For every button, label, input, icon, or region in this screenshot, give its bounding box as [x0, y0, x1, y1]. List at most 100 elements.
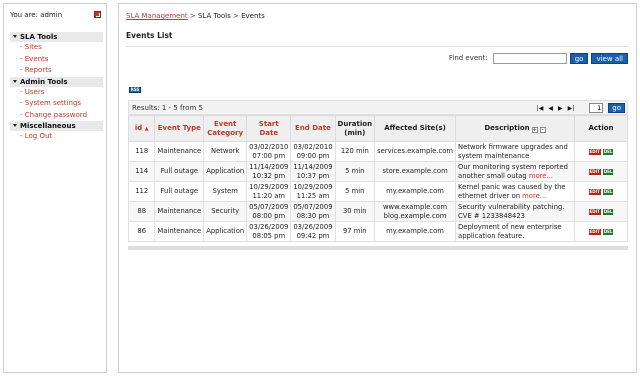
table-row: 114 Full outage Application 11/14/2009 1…	[127, 161, 628, 182]
sort-asc-icon: ▲	[144, 125, 149, 132]
sidebar-group-label: Miscellaneous	[20, 122, 76, 130]
col-header-start-date[interactable]: Start Date	[246, 115, 292, 142]
cell-event-type: Maintenance	[154, 221, 205, 242]
sidebar-item-events[interactable]: - Events	[10, 54, 103, 66]
cell-start-date: 10/29/2009 11:20 am	[246, 181, 292, 202]
cell-description: Deployment of new enterprise application…	[455, 221, 575, 242]
edit-button[interactable]: EDIT	[588, 149, 601, 156]
expand-icon[interactable]: +	[531, 127, 538, 133]
cell-end-date: 10/29/2009 11:25 am	[290, 181, 336, 202]
cell-description: Security vulnerability patching. CVE # 1…	[455, 201, 575, 222]
chevron-down-icon	[13, 124, 17, 127]
cell-start-date: 03/02/2010 07:00 pm	[246, 141, 292, 162]
breadcrumb-sla-management[interactable]: SLA Management	[126, 12, 188, 20]
cell-start-date: 05/07/2009 08:00 pm	[246, 201, 292, 222]
description-text: Kernel panic was caused by the ethernet …	[458, 183, 566, 200]
cell-event-category: Network	[203, 141, 248, 162]
cell-end-date: 03/02/2010 09:00 pm	[290, 141, 336, 162]
cell-id: 112	[127, 181, 156, 202]
more-link[interactable]: more...	[522, 192, 546, 200]
cell-affected-sites: my.example.com	[374, 181, 457, 202]
last-page-icon[interactable]: ▶|	[568, 105, 575, 112]
sidebar-group-sla-tools[interactable]: SLA Tools	[10, 32, 103, 42]
cell-description: Our monitoring system reported another s…	[455, 161, 575, 182]
edit-button[interactable]: EDIT	[588, 229, 601, 236]
delete-button[interactable]: DEL	[602, 209, 614, 216]
col-header-id[interactable]: id ▲	[127, 115, 156, 142]
page-go-button[interactable]: go	[608, 103, 625, 113]
breadcrumb-sla-tools: SLA Tools	[197, 12, 231, 20]
user-label: You are: admin	[10, 11, 63, 19]
sidebar: You are: admin SLA Tools - Sites - Event…	[3, 3, 107, 373]
edit-button[interactable]: EDIT	[588, 169, 601, 176]
sidebar-item-reports[interactable]: - Reports	[10, 65, 103, 77]
col-header-duration: Duration (min)	[334, 115, 376, 142]
prev-page-icon[interactable]: ◀	[548, 105, 553, 112]
page-title: Events List	[126, 31, 173, 40]
delete-button[interactable]: DEL	[602, 149, 614, 156]
events-table: id ▲ Event Type Event Category Start Dat…	[127, 115, 628, 242]
description-text: Security vulnerability patching. CVE # 1…	[458, 203, 565, 220]
table-footer-bar	[128, 246, 628, 250]
delete-button[interactable]: DEL	[602, 189, 614, 196]
cell-event-type: Full outage	[154, 161, 205, 182]
more-link[interactable]: more...	[529, 172, 553, 180]
find-go-button[interactable]: go	[569, 52, 589, 64]
sidebar-item-users[interactable]: - Users	[10, 87, 103, 99]
cell-action: EDIT DEL	[574, 181, 628, 202]
col-header-end-date[interactable]: End Date	[290, 115, 336, 142]
cell-event-type: Maintenance	[154, 141, 205, 162]
cell-end-date: 11/14/2009 10:37 pm	[290, 161, 336, 182]
cell-end-date: 03/26/2009 09:42 pm	[290, 221, 336, 242]
col-header-event-type[interactable]: Event Type	[154, 115, 205, 142]
cell-id: 88	[127, 201, 156, 222]
col-header-event-category[interactable]: Event Category	[203, 115, 248, 142]
cell-duration: 5 min	[334, 161, 376, 182]
cell-id: 118	[127, 141, 156, 162]
edit-button[interactable]: EDIT	[588, 189, 601, 196]
sidebar-nav: SLA Tools - Sites - Events - Reports Adm…	[10, 32, 103, 143]
edit-button[interactable]: EDIT	[588, 209, 601, 216]
find-event-input[interactable]	[492, 52, 567, 64]
table-row: 118 Maintenance Network 03/02/2010 07:00…	[127, 141, 628, 162]
sidebar-group-admin-tools[interactable]: Admin Tools	[10, 76, 103, 87]
chevron-down-icon	[13, 35, 17, 38]
cell-action: EDIT DEL	[574, 161, 628, 182]
cell-duration: 97 min	[334, 221, 376, 242]
cell-event-category: System	[203, 181, 248, 202]
sidebar-group-miscellaneous[interactable]: Miscellaneous	[10, 121, 103, 131]
cell-duration: 120 min	[334, 141, 376, 162]
col-header-label: id	[134, 123, 143, 132]
results-bar: Results: 1 - 5 from 5 |◀ ◀ ▶ ▶| go	[128, 100, 628, 115]
cell-description: Network firmware upgrades and system mai…	[455, 141, 575, 162]
cell-event-type: Maintenance	[154, 201, 205, 222]
table-row: 88 Maintenance Security 05/07/2009 08:00…	[127, 201, 628, 222]
sidebar-item-log-out[interactable]: - Log Out	[10, 131, 103, 143]
description-text: Deployment of new enterprise application…	[458, 223, 562, 240]
first-page-icon[interactable]: |◀	[537, 105, 544, 112]
chevron-down-icon	[13, 79, 17, 83]
cell-event-category: Security	[203, 201, 248, 222]
cell-description: Kernel panic was caused by the ethernet …	[455, 181, 575, 202]
delete-button[interactable]: DEL	[602, 229, 614, 236]
page-number-input[interactable]	[589, 103, 604, 113]
collapse-sidebar-icon[interactable]	[94, 11, 101, 18]
col-header-description: Description + -	[455, 115, 575, 142]
table-header-row: id ▲ Event Type Event Category Start Dat…	[127, 115, 628, 142]
main-panel: SLA Management > SLA Tools > Events Even…	[118, 3, 637, 373]
pager: |◀ ◀ ▶ ▶| go	[537, 103, 625, 113]
col-header-action: Action	[574, 115, 628, 142]
breadcrumb-events: Events	[241, 12, 265, 20]
view-all-button[interactable]: view all	[591, 52, 628, 64]
collapse-icon[interactable]: -	[539, 127, 546, 133]
cell-action: EDIT DEL	[574, 141, 628, 162]
breadcrumb-separator: >	[232, 12, 239, 20]
sidebar-item-system-settings[interactable]: - System settings	[10, 98, 103, 110]
cell-id: 86	[127, 221, 156, 242]
find-bar: Find event: go view all	[449, 52, 628, 64]
sidebar-item-sites[interactable]: - Sites	[10, 42, 103, 54]
sidebar-item-change-password[interactable]: - Change password	[10, 110, 103, 122]
delete-button[interactable]: DEL	[602, 169, 614, 176]
rss-icon[interactable]: RSS	[129, 87, 141, 93]
next-page-icon[interactable]: ▶	[558, 105, 563, 112]
